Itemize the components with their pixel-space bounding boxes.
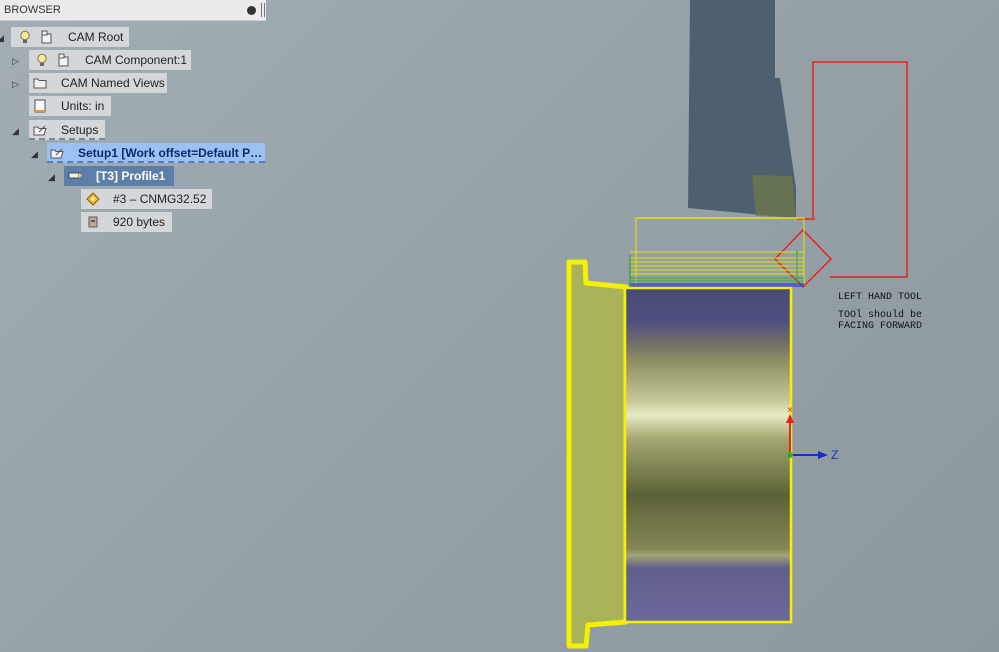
file-size-icon xyxy=(88,216,98,228)
tree-node-setup1[interactable]: Setup1 [Work offset=Default P… xyxy=(47,143,265,163)
browser-title: BROWSER xyxy=(4,4,61,16)
collapse-triangle-icon[interactable]: ◢ xyxy=(48,167,55,187)
origin-triad: × xyxy=(786,405,828,459)
annotation-facing-forward: TOOl should be FACING FORWARD xyxy=(838,310,922,332)
browser-header: BROWSER xyxy=(0,0,266,21)
panel-pin-icon[interactable] xyxy=(261,3,265,17)
expand-triangle-icon[interactable]: ▷ xyxy=(12,51,19,71)
setups-icon xyxy=(33,125,47,136)
tree-node-label: Setups xyxy=(61,123,99,137)
annotation-left-hand-tool: LEFT HAND TOOL xyxy=(838,292,922,303)
z-axis-label: Z xyxy=(831,448,839,462)
tree-node-named-views[interactable]: CAM Named Views xyxy=(29,73,167,93)
part-body xyxy=(625,288,791,622)
tree-node-file-size[interactable]: 920 bytes xyxy=(81,212,172,232)
component-icon xyxy=(58,53,69,67)
tree-node-label: Units: in xyxy=(61,99,105,113)
tree-node-label: CAM Named Views xyxy=(61,76,165,90)
svg-text:×: × xyxy=(787,405,793,416)
tree-node-label: CAM Root xyxy=(68,30,124,44)
light-bulb-icon[interactable] xyxy=(35,53,49,67)
units-document-icon xyxy=(34,99,46,113)
tree-node-label: CAM Component:1 xyxy=(85,53,188,67)
browser-panel: BROWSER ◢ CAM Root ▷ CAM Component:1 ▷ C… xyxy=(0,0,270,240)
collapse-triangle-icon[interactable]: ◢ xyxy=(12,121,19,141)
folder-icon xyxy=(33,78,47,89)
tool-clearance-outline xyxy=(812,61,908,278)
tree-node-units[interactable]: Units: in xyxy=(29,96,111,116)
light-bulb-icon[interactable] xyxy=(18,30,32,44)
component-icon xyxy=(41,30,52,44)
turning-tool-icon xyxy=(68,172,82,179)
tool-holder-tip-shade xyxy=(752,175,796,218)
tree-node-label: 920 bytes xyxy=(113,215,166,229)
annotation-line-3: FACING FORWARD xyxy=(838,321,923,332)
tree-node-cam-root[interactable]: CAM Root xyxy=(11,27,129,47)
tree-node-setups[interactable]: Setups xyxy=(29,120,105,140)
annotation-line-2: TOOl should be xyxy=(838,310,923,321)
tree-node-label: [T3] Profile1 xyxy=(96,169,166,183)
part-flange xyxy=(566,259,629,649)
collapse-triangle-icon[interactable]: ◢ xyxy=(0,28,4,48)
collapse-triangle-icon[interactable]: ◢ xyxy=(31,144,38,164)
setups-icon xyxy=(50,148,64,159)
tree-node-label: Setup1 [Work offset=Default P… xyxy=(78,146,263,160)
tree-node-label: #3 – CNMG32.52 xyxy=(113,192,207,206)
insert-icon xyxy=(86,192,100,206)
tree-node-tool[interactable]: #3 – CNMG32.52 xyxy=(81,189,212,209)
tree-node-cam-component[interactable]: CAM Component:1 xyxy=(29,50,191,70)
expand-triangle-icon[interactable]: ▷ xyxy=(12,74,19,94)
tree-node-profile1[interactable]: [T3] Profile1 xyxy=(64,166,174,186)
annotation-line-1: LEFT HAND TOOL xyxy=(838,292,923,303)
collapse-panel-icon[interactable] xyxy=(247,6,256,15)
